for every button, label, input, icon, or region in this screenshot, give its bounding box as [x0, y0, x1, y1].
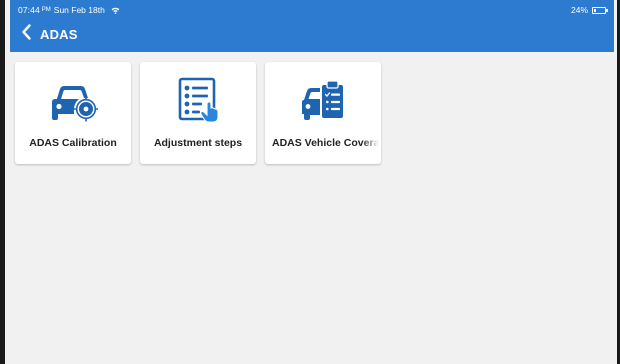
tile-adjustment-steps[interactable]: Adjustment steps	[140, 62, 256, 164]
battery-percent: 24%	[570, 5, 588, 15]
status-bar: 07:44 PM Sun Feb 18th 24%	[18, 4, 608, 16]
battery-status: 24%	[570, 5, 608, 15]
tile-adas-calibration[interactable]: ADAS Calibration	[15, 62, 131, 164]
status-date: Sun Feb 18th	[53, 5, 105, 15]
app-header: 07:44 PM Sun Feb 18th 24% ADAS	[10, 0, 614, 52]
title-row: ADAS	[16, 22, 78, 46]
chevron-left-icon	[21, 23, 32, 45]
car-target-icon	[48, 77, 98, 123]
tile-label: Adjustment steps	[153, 137, 243, 149]
page-title: ADAS	[40, 26, 78, 42]
back-button[interactable]	[16, 23, 36, 45]
screen: 07:44 PM Sun Feb 18th 24% ADAS ADAS Cali…	[0, 0, 620, 364]
car-clipboard-icon	[298, 77, 348, 123]
menu-tiles: ADAS Calibration Adjustment steps ADAS V…	[15, 62, 381, 164]
battery-icon	[592, 6, 608, 14]
status-time: 07:44	[18, 5, 40, 15]
battery-level	[594, 8, 597, 12]
tile-label: ADAS Vehicle Coverage	[272, 137, 379, 149]
checklist-icon	[173, 77, 223, 123]
tile-adas-vehicle-coverage[interactable]: ADAS Vehicle Coverage	[265, 62, 381, 164]
tile-label: ADAS Calibration	[29, 137, 117, 149]
wifi-icon	[111, 7, 120, 14]
status-ampm: PM	[41, 7, 51, 13]
